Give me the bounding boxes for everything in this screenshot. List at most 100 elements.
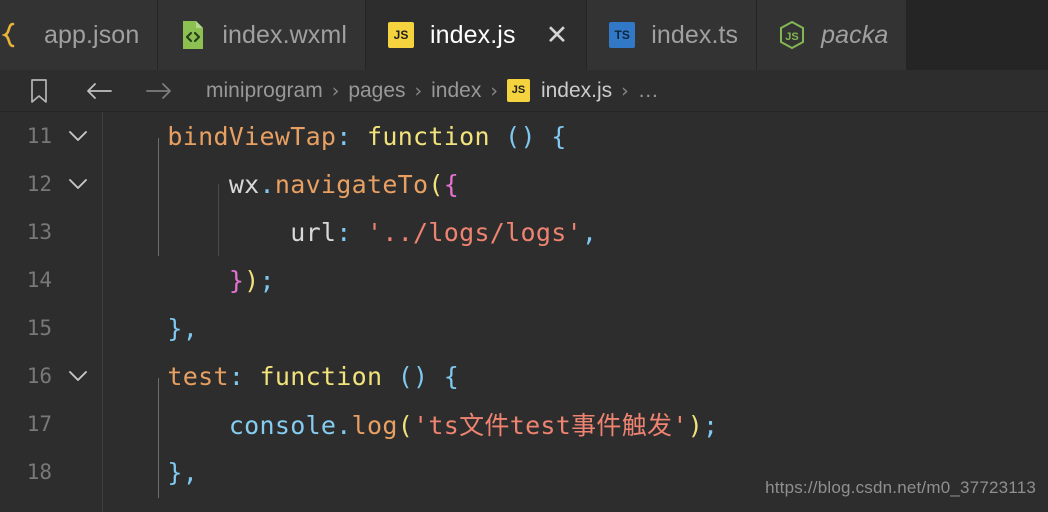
code-token: function — [367, 121, 490, 151]
chevron-down-icon[interactable] — [54, 129, 102, 143]
wxml-file-icon — [178, 20, 208, 50]
code-token: } — [167, 313, 183, 343]
code-token: { — [443, 361, 460, 391]
code-token: ) — [244, 265, 260, 295]
tab-app-json[interactable]: app.json — [0, 0, 159, 70]
code-token: bindViewTap — [167, 121, 337, 151]
line-number: 14 — [26, 268, 52, 292]
code-text: bindViewTap: function () { — [102, 122, 1048, 151]
code-line[interactable]: 17 console.log('ts文件test事件触发'); — [0, 400, 1048, 448]
line-number: 13 — [26, 220, 52, 244]
code-text: }, — [102, 314, 1048, 343]
close-icon[interactable]: ✕ — [546, 22, 569, 49]
tab-package-json[interactable]: JS packa — [757, 0, 908, 70]
line-number: 15 — [26, 316, 52, 340]
tab-index-ts[interactable]: TS index.ts — [587, 0, 758, 70]
line-number: 18 — [26, 460, 52, 484]
code-line[interactable]: 16 test: function () { — [0, 352, 1048, 400]
code-token: () — [505, 121, 536, 151]
code-token: , — [182, 457, 199, 487]
breadcrumb-item-index[interactable]: index — [431, 79, 481, 103]
code-token: } — [167, 457, 183, 487]
code-token: wx — [228, 169, 260, 199]
line-number: 17 — [26, 412, 52, 436]
watermark-text: https://blog.csdn.net/m0_37723113 — [765, 478, 1036, 497]
code-text: url: '../logs/logs', — [102, 218, 1048, 247]
breadcrumb-item-pages[interactable]: pages — [348, 79, 405, 103]
code-text: test: function () { — [102, 362, 1048, 391]
vscode-window: app.json index.wxml JS index.js ✕ TS ind… — [0, 0, 1048, 512]
breadcrumb-item-index-js[interactable]: JS index.js — [506, 79, 612, 103]
chevron-right-icon: › — [331, 79, 340, 102]
js-icon: JS — [506, 79, 530, 102]
code-token: '../logs/logs' — [367, 217, 582, 247]
nodejs-icon: JS — [777, 20, 807, 50]
code-line[interactable]: 13 url: '../logs/logs', — [0, 208, 1048, 256]
editor-tab-bar: app.json index.wxml JS index.js ✕ TS ind… — [0, 0, 1048, 70]
code-token: : — [336, 121, 352, 151]
js-icon: JS — [386, 20, 416, 50]
code-token: ( — [397, 411, 414, 440]
tab-index-js[interactable]: JS index.js ✕ — [365, 0, 588, 70]
code-line-list: 11 bindViewTap: function () {12 wx.navig… — [0, 112, 1048, 496]
code-line[interactable]: 14 }); — [0, 256, 1048, 304]
bookmark-icon[interactable] — [22, 76, 56, 106]
code-editor[interactable]: 11 bindViewTap: function () {12 wx.navig… — [0, 112, 1048, 512]
arrow-right-icon[interactable] — [142, 76, 176, 106]
code-token: : — [336, 217, 352, 247]
json-braces-icon — [0, 20, 30, 50]
code-line[interactable]: 12 wx.navigateTo({ — [0, 160, 1048, 208]
tab-index-wxml[interactable]: index.wxml — [158, 0, 366, 70]
code-text: }); — [102, 266, 1048, 295]
code-token: ( — [428, 169, 444, 199]
code-token: navigateTo — [274, 169, 429, 199]
code-token: log — [351, 411, 398, 440]
code-token: ; — [259, 265, 275, 295]
code-text: console.log('ts文件test事件触发'); — [102, 406, 1048, 442]
code-token: { — [443, 169, 460, 199]
chevron-down-icon[interactable] — [54, 177, 102, 191]
code-token: , — [182, 313, 199, 343]
breadcrumb-item-miniprogram[interactable]: miniprogram — [206, 79, 323, 103]
code-token: 'ts文件test事件触发' — [413, 411, 688, 440]
code-token: . — [259, 169, 275, 199]
tab-label: index.ts — [651, 20, 739, 49]
code-token: console — [228, 411, 337, 440]
code-line[interactable]: 15 }, — [0, 304, 1048, 352]
chevron-down-icon[interactable] — [54, 369, 102, 383]
arrow-left-icon[interactable] — [82, 76, 116, 106]
line-number: 11 — [26, 124, 52, 148]
tab-label: index.wxml — [222, 20, 347, 49]
code-token: () — [397, 361, 429, 391]
chevron-right-icon: › — [414, 79, 423, 102]
tab-label: index.js — [429, 20, 516, 49]
code-text: wx.navigateTo({ — [102, 170, 1048, 199]
chevron-right-icon: › — [621, 79, 629, 102]
line-number: 12 — [26, 172, 52, 196]
breadcrumb: miniprogram › pages › index › JS index.j… — [0, 70, 1048, 112]
code-line[interactable]: 11 bindViewTap: function () { — [0, 112, 1048, 160]
code-token: . — [336, 411, 352, 440]
breadcrumb-item-symbols[interactable]: … — [638, 79, 659, 103]
code-token: url — [290, 217, 337, 247]
code-token: ; — [703, 411, 719, 440]
chevron-right-icon: › — [490, 79, 498, 102]
code-token: { — [551, 121, 567, 151]
svg-text:JS: JS — [785, 31, 798, 43]
code-token: function — [259, 361, 383, 391]
ts-icon: TS — [607, 20, 637, 50]
